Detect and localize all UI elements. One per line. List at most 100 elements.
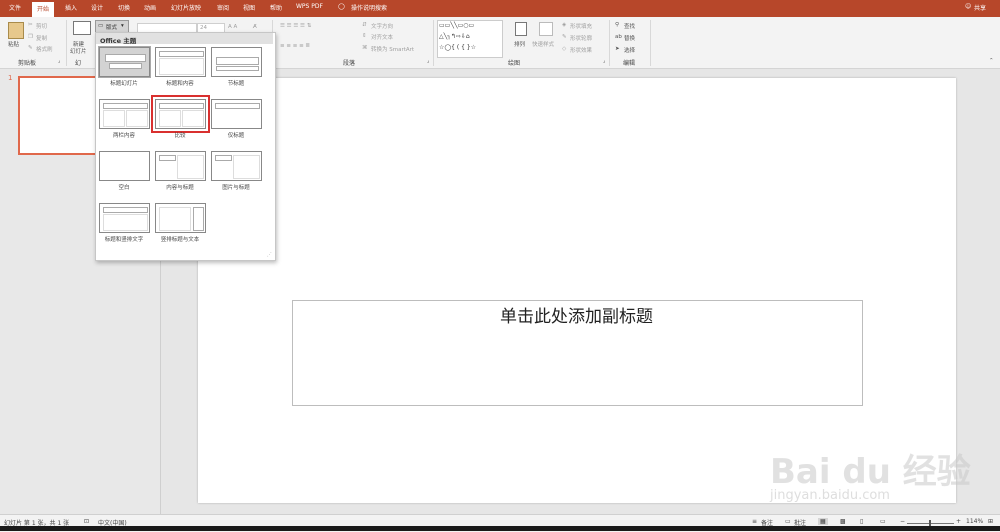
smartart-button[interactable]: 转换为 SmartArt <box>371 45 414 53</box>
select-button[interactable]: 选择 <box>624 46 635 54</box>
collapse-ribbon-icon[interactable]: ⌃ <box>989 58 994 64</box>
replace-button[interactable]: 替换 <box>624 34 635 42</box>
ribbon-tab-bar: 文件 开始 插入 设计 切换 动画 幻灯片放映 审阅 视图 帮助 WPS PDF… <box>0 0 1000 17</box>
tab-wps-pdf[interactable]: WPS PDF <box>296 3 323 10</box>
format-painter-button[interactable]: 格式刷 <box>36 45 53 53</box>
tab-help[interactable]: 帮助 <box>270 3 282 12</box>
tab-insert[interactable]: 插入 <box>65 3 77 12</box>
zoom-in-icon[interactable]: + <box>956 518 961 525</box>
layout-preview-title <box>215 155 232 161</box>
layout-picture-with-caption[interactable] <box>211 151 262 181</box>
layout-preview-title <box>193 207 204 231</box>
layout-label: 仅标题 <box>227 133 245 139</box>
reading-view-icon[interactable]: ▯ <box>860 518 863 525</box>
tab-design[interactable]: 设计 <box>91 3 103 12</box>
slide-thumbnail[interactable] <box>18 76 102 155</box>
normal-view-icon[interactable]: ▦ <box>818 518 828 525</box>
layout-label: 图片与标题 <box>222 185 250 191</box>
slide-canvas[interactable] <box>198 78 956 503</box>
layout-preview-right <box>182 110 204 127</box>
find-button[interactable]: 查找 <box>624 22 635 30</box>
paste-button[interactable]: 粘贴 <box>8 40 19 48</box>
smartart-icon: ⌘ <box>362 45 368 51</box>
layout-preview-title <box>105 54 146 62</box>
ribbon-separator <box>66 20 67 66</box>
align-icons[interactable]: ≡ ≡ ≡ ≡ ≣ <box>280 43 310 49</box>
fit-to-window-icon[interactable]: ⊞ <box>988 518 993 525</box>
layout-label: 比较 <box>174 133 186 139</box>
layout-title-slide[interactable] <box>98 46 151 78</box>
layout-preview-content <box>177 155 204 179</box>
tell-me-search[interactable]: 操作说明搜索 <box>351 3 387 12</box>
copy-icon: ❐ <box>28 34 33 40</box>
layout-preview-text <box>216 66 259 71</box>
shapes-row-2: △╲┐↰⇨⇩⌂ <box>439 33 470 40</box>
quick-styles-button[interactable]: 快速样式 <box>532 40 554 48</box>
tab-view[interactable]: 视图 <box>243 3 255 12</box>
layout-content-with-caption[interactable] <box>155 151 206 181</box>
slideshow-view-icon[interactable]: ▭ <box>880 518 886 525</box>
resize-grip-icon[interactable]: ⋰ <box>267 252 272 258</box>
layout-title-and-vertical-text[interactable] <box>99 203 150 233</box>
spellcheck-icon[interactable]: ⊡ <box>84 518 89 525</box>
quick-styles-icon[interactable] <box>539 22 553 36</box>
shapes-gallery[interactable]: ▭▭╲╲▭○▭ △╲┐↰⇨⇩⌂ ☆◯{ ( { }☆ <box>437 20 503 58</box>
shape-outline-button[interactable]: 形状轮廓 <box>570 34 592 42</box>
baidu-watermark-logo: Bai du 经验 <box>770 452 971 492</box>
shape-fill-button[interactable]: 形状填充 <box>570 22 592 30</box>
layout-preview-right <box>126 110 148 127</box>
layout-blank[interactable] <box>99 151 150 181</box>
shape-effects-button[interactable]: 形状效果 <box>570 46 592 54</box>
cut-button[interactable]: 剪切 <box>36 22 47 30</box>
zoom-level[interactable]: 114% <box>966 518 983 525</box>
share-button[interactable]: 共享 <box>974 3 986 12</box>
layout-two-content[interactable] <box>99 99 150 129</box>
bullets-icon[interactable]: ☰ ☰ ☰ ☰ ⇅ <box>280 23 311 29</box>
dialog-launcher-icon[interactable]: ⌟ <box>427 58 430 64</box>
layout-preview-title <box>103 207 148 213</box>
chevron-down-icon: ▾ <box>121 23 124 29</box>
dialog-launcher-icon[interactable]: ⌟ <box>603 58 606 64</box>
lightbulb-icon: ◯ <box>338 3 345 10</box>
taskbar-strip <box>0 526 1000 531</box>
layout-menu-header: Office 主题 <box>100 37 137 45</box>
comment-icon: ▭ <box>785 518 791 525</box>
format-painter-icon: ✎ <box>28 45 33 51</box>
layout-title-and-content[interactable] <box>155 47 206 77</box>
layout-label: 标题和竖排文字 <box>104 237 144 243</box>
zoom-out-icon[interactable]: − <box>900 518 905 525</box>
layout-title-only[interactable] <box>211 99 262 129</box>
layout-vertical-title-and-text[interactable] <box>155 203 206 233</box>
dialog-launcher-icon[interactable]: ⌟ <box>58 58 61 64</box>
new-slide-button-line2[interactable]: 幻灯片 <box>70 47 87 55</box>
tab-transitions[interactable]: 切换 <box>118 3 130 12</box>
text-direction-button[interactable]: 文字方向 <box>371 22 393 30</box>
select-icon: ➤ <box>615 46 620 52</box>
drawing-group-label: 绘图 <box>508 60 521 67</box>
layout-comparison[interactable] <box>151 95 210 133</box>
layout-preview-title <box>103 103 148 109</box>
new-slide-icon[interactable] <box>73 21 91 35</box>
subtitle-placeholder-text: 单击此处添加副标题 <box>500 307 653 327</box>
align-text-button[interactable]: 对齐文本 <box>371 33 393 41</box>
shape-outline-icon: ✎ <box>562 34 567 40</box>
clear-format-icon[interactable]: A̸ <box>253 24 257 30</box>
layout-preview-picture <box>233 155 260 179</box>
font-size-value: 24 <box>200 25 207 31</box>
tab-home[interactable]: 开始 <box>32 2 55 17</box>
layout-preview-title <box>159 155 176 161</box>
tab-file[interactable]: 文件 <box>9 3 21 12</box>
layout-section-header[interactable] <box>211 47 262 77</box>
arrange-icon[interactable] <box>515 22 527 36</box>
tab-animations[interactable]: 动画 <box>144 3 156 12</box>
tab-slideshow[interactable]: 幻灯片放映 <box>171 3 201 12</box>
font-grow-icon[interactable]: A A <box>228 24 237 30</box>
tab-review[interactable]: 审阅 <box>217 3 229 12</box>
paste-icon[interactable] <box>8 22 24 39</box>
arrange-button[interactable]: 排列 <box>514 40 525 48</box>
copy-button[interactable]: 复制 <box>36 34 47 42</box>
ribbon-separator <box>609 20 610 66</box>
ribbon-separator <box>650 20 651 66</box>
slide-sorter-icon[interactable]: ▩ <box>840 518 846 525</box>
layout-label: 内容与标题 <box>166 185 194 191</box>
